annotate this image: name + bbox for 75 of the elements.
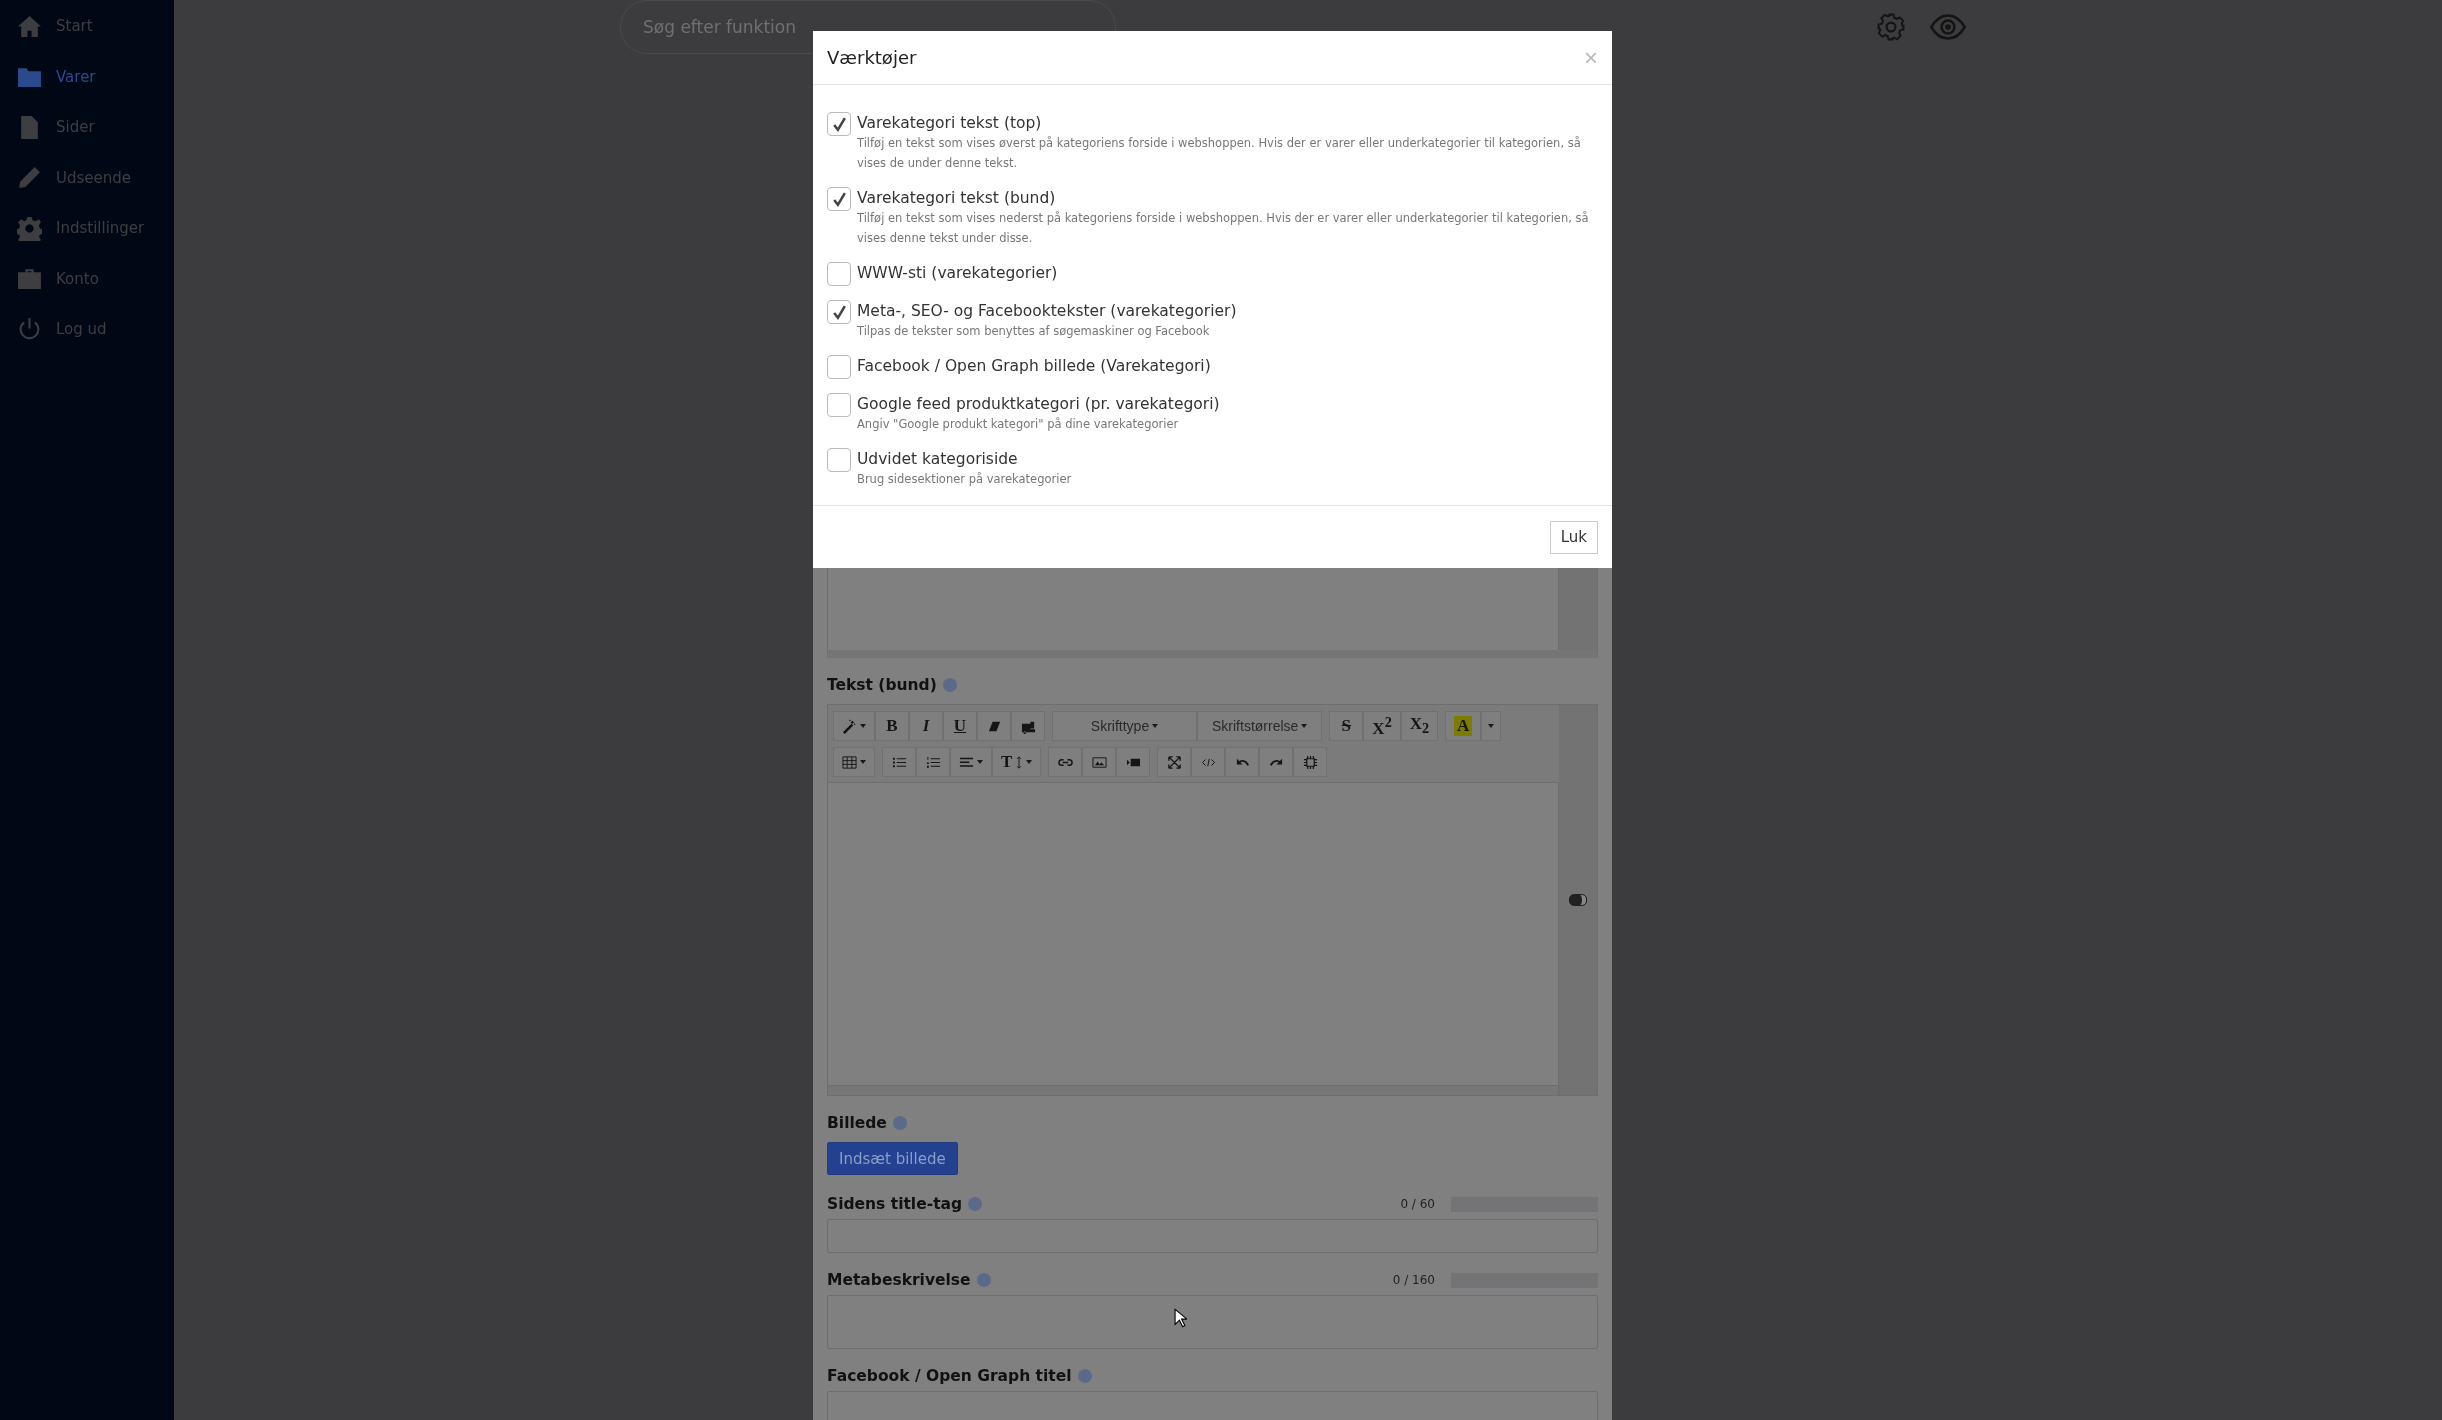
character-counter: 0 / 60 [1400, 1197, 1435, 1211]
text-editor[interactable]: B I U Skrifttype Skriftstørrelse S X$^{2}$ X$_{2}$ A T [827, 704, 1598, 1096]
insert-image-button[interactable]: Indsæt billede [827, 1142, 958, 1175]
chip-icon [1302, 754, 1318, 770]
redo-button[interactable] [1259, 747, 1294, 777]
option-label[interactable]: WWW-sti (varekategorier) [857, 263, 1058, 283]
undo-button[interactable] [1225, 747, 1260, 777]
checkbox[interactable] [827, 355, 851, 379]
option-description: Tilføj en tekst som vises øverst på kategoriens forside i webshoppen. Hvis der er varer eller underkategorier til kategorien, så vises de under denne tekst. [857, 135, 1582, 172]
ul-button[interactable] [882, 747, 916, 777]
field-label: Sidens title-tag [827, 1195, 963, 1213]
ol-icon [925, 754, 941, 770]
mouse-cursor-icon [1174, 1308, 1187, 1328]
bold-button[interactable]: B [875, 711, 909, 741]
character-counter: 0 / 160 [1392, 1273, 1435, 1287]
eye-icon[interactable] [1930, 12, 1966, 42]
checkbox[interactable] [827, 187, 851, 211]
magic-button[interactable] [833, 711, 875, 741]
checkbox[interactable] [827, 262, 851, 286]
height-icon [1015, 754, 1033, 770]
checkbox[interactable] [827, 448, 851, 472]
dropdown-icon [1152, 724, 1159, 728]
image-button[interactable] [1082, 747, 1117, 777]
option-label[interactable]: Udvidet kategoriside [857, 449, 1072, 469]
checkbox[interactable] [827, 393, 851, 417]
height-button[interactable]: T [992, 747, 1042, 777]
settings-icon[interactable] [1876, 12, 1906, 42]
option-label[interactable]: Varekategori tekst (bund) [857, 188, 1598, 208]
option-description: Tilføj en tekst som vises nederst på kategoriens forside i webshoppen. Hvis der er varer eller underkategorier til kategorien, så vises denne tekst under disse. [857, 210, 1590, 247]
gear-icon [17, 215, 42, 241]
sup-button[interactable]: X$^{2}$ [1363, 711, 1401, 741]
briefcase-icon [17, 266, 42, 292]
field-label: Billede [827, 1114, 887, 1132]
image-icon [1091, 754, 1107, 770]
magic-icon [842, 718, 866, 734]
option-label[interactable]: Facebook / Open Graph billede (Varekategori) [857, 356, 1211, 376]
eraser-button[interactable] [977, 711, 1011, 741]
field-label: Facebook / Open Graph titel [827, 1367, 1072, 1385]
color-button[interactable]: A [1445, 711, 1482, 741]
link-button[interactable] [1048, 747, 1083, 777]
toggle-icon[interactable] [1569, 894, 1587, 906]
option-label[interactable]: Meta-, SEO- og Facebooktekster (varekategorier) [857, 301, 1237, 321]
underline-button[interactable]: U [943, 711, 977, 741]
checkbox[interactable] [827, 112, 851, 136]
table-icon [842, 754, 866, 770]
caret-icon [1488, 724, 1495, 728]
option-label[interactable]: Varekategori tekst (top) [857, 113, 1598, 133]
sidebar-item[interactable]: Varer [0, 51, 174, 102]
video-button[interactable] [1116, 747, 1151, 777]
chip-button[interactable] [1293, 747, 1328, 777]
power-icon [17, 316, 42, 342]
close-button[interactable]: Luk [1549, 520, 1598, 554]
home-icon [17, 13, 42, 39]
checkbox[interactable] [827, 300, 851, 324]
dropdown-button[interactable]: Skrifttype [1052, 711, 1197, 741]
option-description: Brug sidesektioner på varekategorier [857, 471, 1072, 488]
strike-button[interactable]: S [1329, 711, 1364, 741]
field-label: Metabeskrivelse [827, 1271, 971, 1289]
fullscreen-icon [1166, 754, 1182, 770]
sub-button[interactable]: X$_{2}$ [1400, 711, 1439, 741]
pencil-icon [17, 165, 42, 191]
option-label[interactable]: Google feed produktkategori (pr. varekategori) [857, 394, 1220, 414]
align-button[interactable] [950, 747, 992, 777]
italic-button[interactable]: I [909, 711, 943, 741]
dropdown-button[interactable]: Skriftstørrelse [1197, 711, 1323, 741]
fullscreen-button[interactable] [1157, 747, 1192, 777]
dropdown-icon [1301, 724, 1308, 728]
option-description: Tilpas de tekster som benyttes af søgemaskiner og Facebook [857, 323, 1211, 340]
table-button[interactable] [833, 747, 875, 777]
caret-button[interactable] [1481, 711, 1502, 741]
paste-button[interactable] [1011, 711, 1045, 741]
ol-button[interactable] [916, 747, 950, 777]
textarea-field[interactable] [827, 1295, 1598, 1349]
option-description: Angiv "Google produkt kategori" på dine varekategorier [857, 416, 1180, 433]
field-label: Tekst (bund) [827, 676, 937, 694]
